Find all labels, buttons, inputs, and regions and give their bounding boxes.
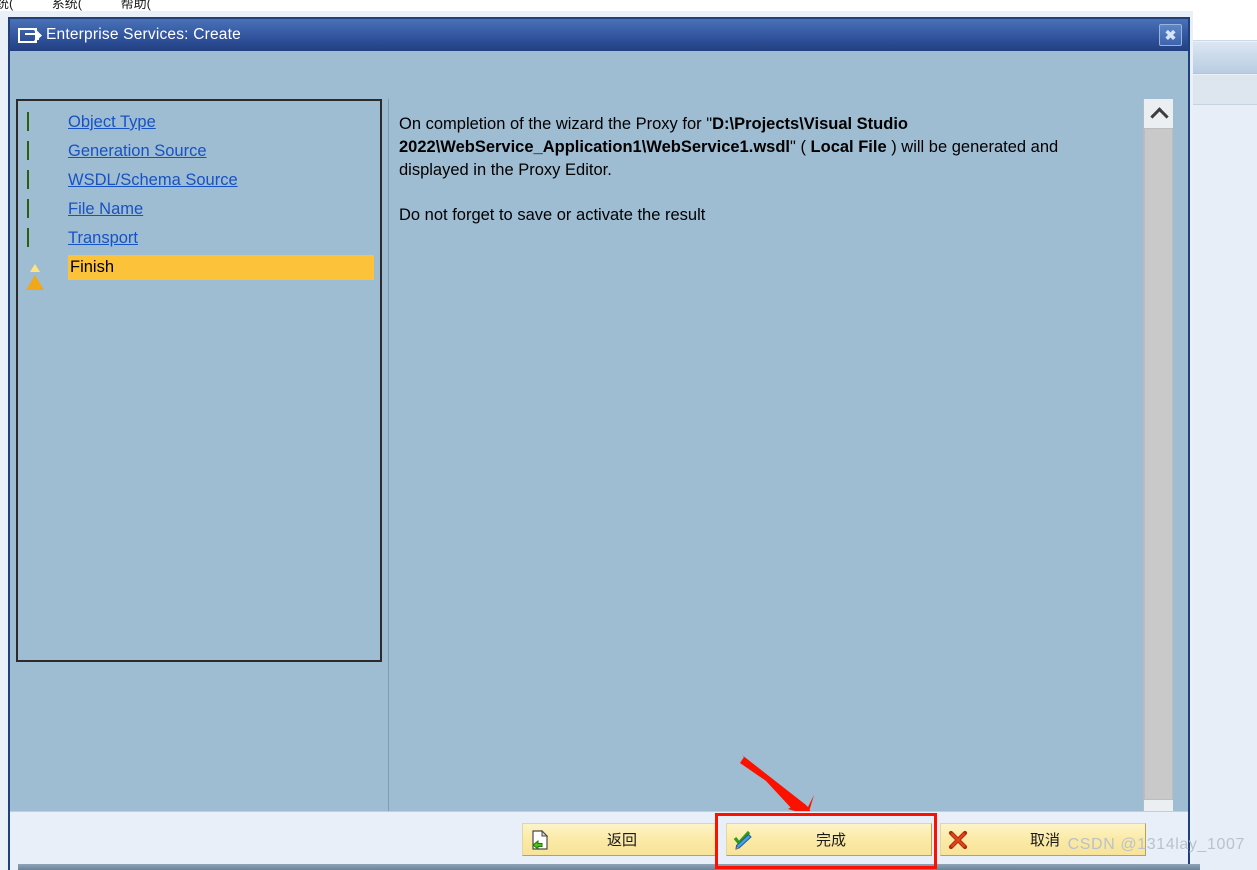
desc-text-1: On completion of the wizard the Proxy fo… <box>399 115 713 133</box>
back-button[interactable]: 返回 <box>522 823 718 856</box>
back-button-label: 返回 <box>606 832 637 849</box>
scrollbar-thumb[interactable] <box>1144 128 1173 800</box>
sidebar-item-label[interactable]: Generation Source <box>68 142 207 161</box>
watermark-text: CSDN @1314lay_1007 <box>1067 836 1245 853</box>
check-pencil-icon <box>733 829 755 851</box>
green-bullet-icon <box>26 200 46 220</box>
background-menubar: 统( 系统( 帮助( <box>0 0 1257 11</box>
green-bullet-icon <box>26 229 46 249</box>
enterprise-services-dialog: Enterprise Services: Create ✖ Object Typ… <box>8 17 1200 870</box>
sidebar-item-wsdl-schema-source[interactable]: WSDL/Schema Source <box>18 166 380 195</box>
window-create-icon <box>18 27 37 43</box>
green-bullet-icon <box>26 142 46 162</box>
red-x-icon <box>947 829 969 851</box>
sidebar-item-label[interactable]: Object Type <box>68 113 156 132</box>
green-bullet-icon <box>26 171 46 191</box>
sidebar-item-generation-source[interactable]: Generation Source <box>18 137 380 166</box>
finish-button-label: 完成 <box>815 832 846 849</box>
dialog-body: Object Type Generation Source WSDL/Schem… <box>10 51 1188 829</box>
desc-local-file: Local File <box>810 138 887 156</box>
background-toolbar <box>1193 11 1257 41</box>
sidebar-item-file-name[interactable]: File Name <box>18 195 380 224</box>
wizard-content-panel: On completion of the wizard the Proxy fo… <box>388 99 1142 829</box>
sidebar-item-label[interactable]: WSDL/Schema Source <box>68 171 238 190</box>
desc-text-2: " ( <box>790 138 811 156</box>
menu-item-system[interactable]: 系统( <box>52 0 82 11</box>
dialog-bottom-edge <box>18 864 1200 870</box>
finish-paragraph-1: On completion of the wizard the Proxy fo… <box>399 113 1124 182</box>
background-row-b <box>1193 75 1257 105</box>
dialog-footer: 返回 完成 取消 <box>10 811 1188 870</box>
sidebar-item-finish[interactable]: Finish <box>18 253 380 290</box>
dialog-title: Enterprise Services: Create <box>46 26 241 43</box>
dialog-titlebar: Enterprise Services: Create ✖ <box>10 19 1188 51</box>
wizard-step-list: Object Type Generation Source WSDL/Schem… <box>16 99 382 662</box>
background-row-a <box>1193 42 1257 74</box>
sidebar-item-label[interactable]: Finish <box>68 255 374 280</box>
warning-triangle-icon <box>26 257 46 290</box>
dialog-button-bar: 返回 完成 取消 <box>522 823 1146 856</box>
content-scrollbar[interactable] <box>1143 99 1173 829</box>
finish-description: On completion of the wizard the Proxy fo… <box>389 99 1142 227</box>
sidebar-item-object-type[interactable]: Object Type <box>18 108 380 137</box>
sidebar-item-transport[interactable]: Transport <box>18 224 380 253</box>
screenshot-root: 统( 系统( 帮助( L Enterprise Services: Create… <box>0 0 1257 870</box>
back-document-icon <box>529 829 551 851</box>
close-icon[interactable]: ✖ <box>1159 24 1182 46</box>
menu-item-help[interactable]: 帮助( <box>121 0 151 11</box>
finish-button[interactable]: 完成 <box>726 823 932 856</box>
background-content <box>1193 105 1257 870</box>
finish-paragraph-2: Do not forget to save or activate the re… <box>399 206 706 224</box>
chevron-up-icon[interactable] <box>1144 99 1173 128</box>
green-bullet-icon <box>26 113 46 133</box>
menu-item-0[interactable]: 统( <box>0 0 13 11</box>
sidebar-item-label[interactable]: File Name <box>68 200 143 219</box>
sidebar-item-label[interactable]: Transport <box>68 229 138 248</box>
